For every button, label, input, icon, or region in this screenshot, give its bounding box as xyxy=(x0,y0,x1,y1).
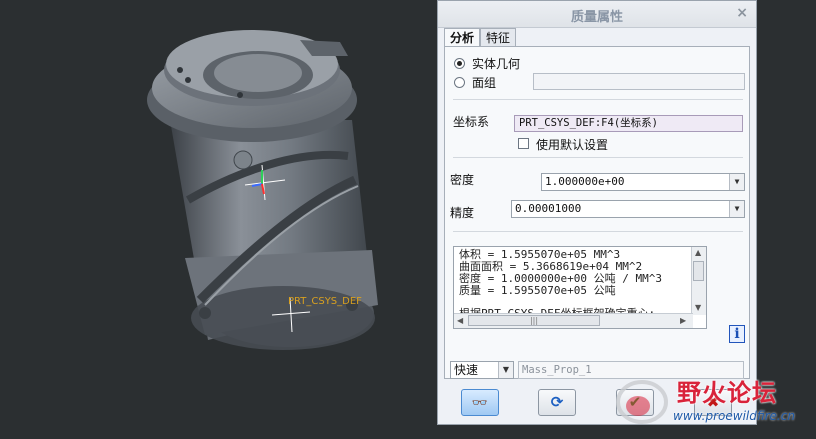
repeat-icon: ⟳ xyxy=(550,393,564,411)
scroll-down-icon[interactable]: ▼ xyxy=(695,303,701,312)
csys-label: 坐标系 xyxy=(453,115,490,129)
watermark-title: 野火论坛 xyxy=(677,379,777,407)
close-icon[interactable]: × xyxy=(736,5,748,21)
dialog-titlebar[interactable]: 质量属性 × xyxy=(438,1,756,28)
quilt-collector[interactable] xyxy=(533,73,745,90)
chevron-down-icon[interactable]: ▼ xyxy=(729,201,744,217)
model-viewport[interactable]: PRT_CSYS_DEF xyxy=(0,0,437,439)
accuracy-label: 精度 xyxy=(450,206,475,220)
mode-combo[interactable]: 快速 ▼ xyxy=(450,361,514,379)
csys-model-label: PRT_CSYS_DEF xyxy=(288,296,362,307)
chevron-down-icon[interactable]: ▼ xyxy=(498,362,513,378)
glasses-icon: 👓 xyxy=(471,396,489,411)
csys-collector[interactable]: PRT_CSYS_DEF:F4(坐标系) xyxy=(514,115,743,132)
vertical-scroll-thumb[interactable] xyxy=(693,261,704,281)
quilt-label: 面组 xyxy=(472,76,497,90)
quilt-radio[interactable] xyxy=(454,77,465,88)
solid-geometry-radio[interactable] xyxy=(454,58,465,69)
watermark-url: www.proewildfire.cn xyxy=(673,409,795,423)
accuracy-combo[interactable]: 0.00001000 ▼ xyxy=(511,200,745,218)
repeat-button[interactable]: ⟳ xyxy=(538,389,576,416)
preview-button[interactable]: 👓 xyxy=(461,389,499,416)
results-text-area[interactable]: 体积 = 1.5955070e+05 MM^3 曲面面积 = 5.3668619… xyxy=(453,246,707,329)
result-mass: 质量 = 1.5955070e+05 公吨 xyxy=(459,284,616,297)
part-model-render: PRT_CSYS_DEF xyxy=(147,30,378,350)
density-label: 密度 xyxy=(450,173,475,187)
mode-value: 快速 xyxy=(454,363,479,377)
separator xyxy=(453,99,743,100)
info-icon[interactable]: i xyxy=(729,325,745,343)
chevron-down-icon[interactable]: ▼ xyxy=(729,174,744,190)
scroll-right-icon[interactable]: ▶ xyxy=(680,316,686,325)
density-value: 1.000000e+00 xyxy=(545,175,625,188)
analysis-panel: 实体几何 面组 坐标系 PRT_CSYS_DEF:F4(坐标系) 使用默认设置 … xyxy=(444,46,750,379)
mass-properties-dialog: 质量属性 × 分析 特征 实体几何 面组 坐标系 PRT_CSYS_DEF:F4… xyxy=(437,0,757,425)
horizontal-scroll-thumb[interactable]: ||| xyxy=(468,315,600,326)
tab-feature[interactable]: 特征 xyxy=(480,28,516,47)
tab-analysis[interactable]: 分析 xyxy=(444,28,480,48)
solid-geometry-label: 实体几何 xyxy=(472,57,521,71)
use-default-checkbox[interactable] xyxy=(518,138,529,149)
accuracy-value: 0.00001000 xyxy=(515,202,582,215)
separator xyxy=(453,231,743,232)
separator xyxy=(453,157,743,158)
results-horizontal-scrollbar[interactable]: ◀ ||| ▶ xyxy=(454,313,693,328)
scroll-up-icon[interactable]: ▲ xyxy=(695,248,701,257)
use-default-label: 使用默认设置 xyxy=(536,138,609,152)
density-combo[interactable]: 1.000000e+00 ▼ xyxy=(541,173,745,191)
dialog-title: 质量属性 xyxy=(570,10,623,25)
scroll-left-icon[interactable]: ◀ xyxy=(457,316,463,325)
results-vertical-scrollbar[interactable]: ▲ ▼ xyxy=(691,247,706,315)
